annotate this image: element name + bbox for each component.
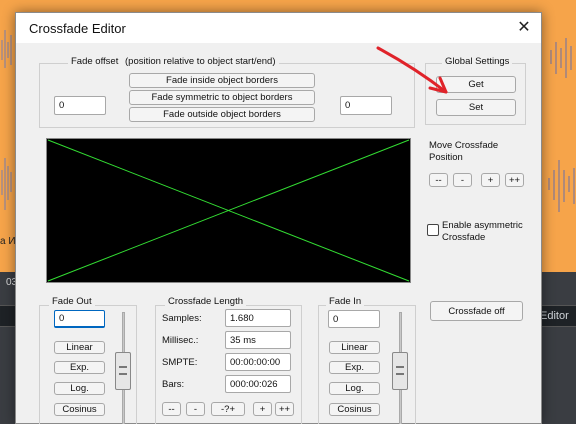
fade-in-slider-handle[interactable] <box>392 352 408 390</box>
global-get-button[interactable]: Get <box>436 76 516 93</box>
crossfade-length-label: Crossfade Length <box>165 296 246 307</box>
close-button[interactable]: ✕ <box>513 17 535 39</box>
crossfade-preview <box>46 138 411 283</box>
global-set-button[interactable]: Set <box>436 99 516 116</box>
fade-in-label: Fade In <box>326 296 365 307</box>
millisec-input[interactable]: 35 ms <box>225 331 291 349</box>
smpte-label: SMPTE: <box>162 357 198 368</box>
fade-in-input[interactable]: 0 <box>328 310 380 328</box>
fade-out-input[interactable]: 0 <box>54 310 105 328</box>
asymmetric-label: Enable asymmetric Crossfade <box>442 220 523 243</box>
fade-out-slider-handle[interactable] <box>115 352 131 390</box>
fade-offset-title: Fade offset <box>71 56 119 67</box>
dialog-title: Crossfade Editor <box>29 21 126 36</box>
move-fast-left-button[interactable]: -- <box>429 173 448 187</box>
fade-offset-label: Fade offset (position relative to object… <box>68 56 279 67</box>
fade-inside-button[interactable]: Fade inside object borders <box>129 73 315 88</box>
fade-in-exp-button[interactable]: Exp. <box>329 361 380 374</box>
samples-input[interactable]: 1.680 <box>225 309 291 327</box>
global-settings-label: Global Settings <box>442 56 513 67</box>
move-crossfade-label: Move Crossfade Position <box>429 140 499 163</box>
move-right-button[interactable]: + <box>481 173 500 187</box>
fade-outside-button[interactable]: Fade outside object borders <box>129 107 315 122</box>
crossfade-off-button[interactable]: Crossfade off <box>430 301 523 321</box>
move-left-button[interactable]: - <box>453 173 472 187</box>
samples-label: Samples: <box>162 313 202 324</box>
fade-offset-hint: (position relative to object start/end) <box>125 56 276 67</box>
fade-in-cosinus-button[interactable]: Cosinus <box>329 403 380 416</box>
bars-input[interactable]: 000:00:026 <box>225 375 291 393</box>
fade-in-log-button[interactable]: Log. <box>329 382 380 395</box>
background-editor-label: Editor <box>540 310 569 322</box>
title-bar: Crossfade Editor ✕ <box>16 13 541 43</box>
length-reset-button[interactable]: -?+ <box>211 402 245 416</box>
bars-label: Bars: <box>162 379 185 390</box>
crossfade-editor-dialog: Crossfade Editor ✕ Fade offset (position… <box>15 12 542 424</box>
length-fast-increase-button[interactable]: ++ <box>275 402 294 416</box>
fade-out-exp-button[interactable]: Exp. <box>54 361 105 374</box>
millisec-label: Millisec.: <box>162 335 199 346</box>
background-waveform-right <box>548 38 575 212</box>
smpte-input[interactable]: 00:00:00:00 <box>225 353 291 371</box>
fade-out-log-button[interactable]: Log. <box>54 382 105 395</box>
fade-offset-left-input[interactable]: 0 <box>54 96 106 115</box>
fade-in-linear-button[interactable]: Linear <box>329 341 380 354</box>
move-fast-right-button[interactable]: ++ <box>505 173 524 187</box>
length-increase-button[interactable]: + <box>253 402 272 416</box>
length-decrease-button[interactable]: - <box>186 402 205 416</box>
fade-offset-right-input[interactable]: 0 <box>340 96 392 115</box>
fade-symmetric-button[interactable]: Fade symmetric to object borders <box>129 90 315 105</box>
fade-out-cosinus-button[interactable]: Cosinus <box>54 403 105 416</box>
fade-out-label: Fade Out <box>49 296 95 307</box>
crossfade-curves <box>47 139 410 282</box>
asymmetric-checkbox[interactable] <box>427 224 439 236</box>
length-fast-decrease-button[interactable]: -- <box>162 402 181 416</box>
fade-out-linear-button[interactable]: Linear <box>54 341 105 354</box>
